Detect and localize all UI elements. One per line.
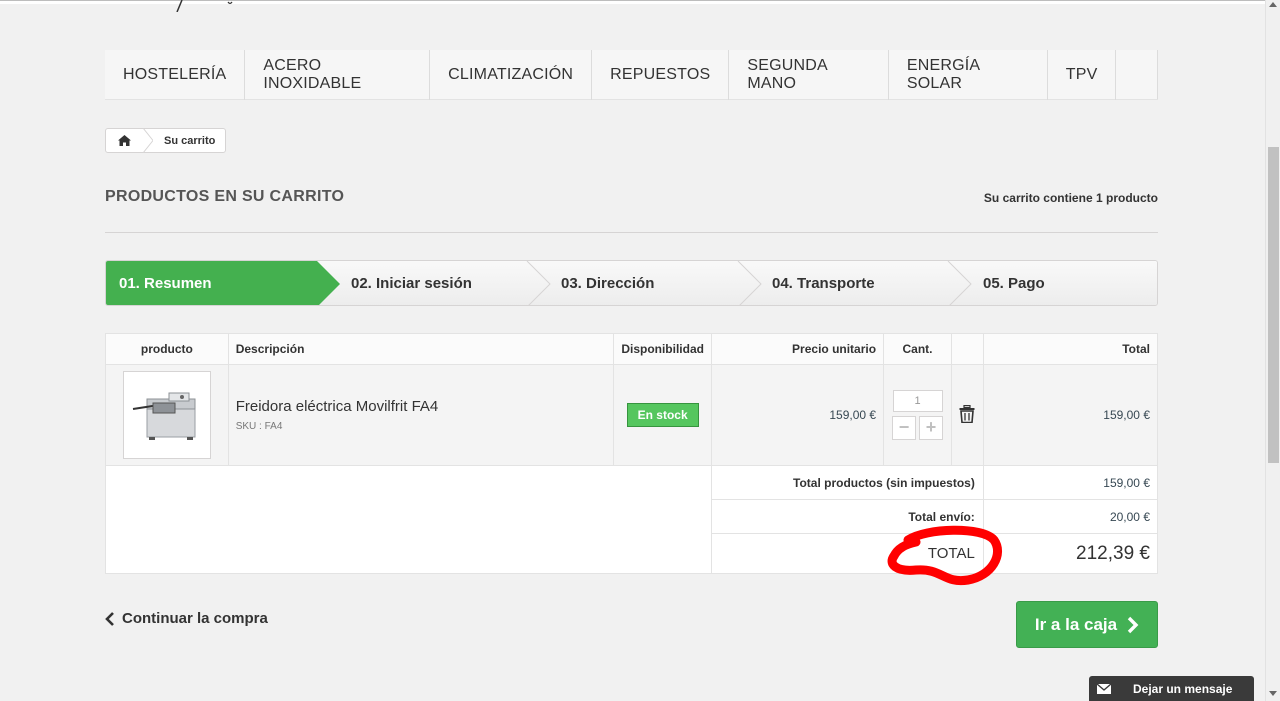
- step-resumen: 01. Resumen: [119, 275, 212, 292]
- step-iniciar-sesion: 02. Iniciar sesión: [351, 275, 472, 292]
- row-total: 159,00 €: [982, 364, 1159, 466]
- main-navigation: HOSTELERÍA ACERO INOXIDABLE CLIMATIZACIÓ…: [105, 50, 1158, 100]
- nav-item-repuestos[interactable]: REPUESTOS: [592, 50, 730, 100]
- totals-blank: [105, 465, 712, 574]
- product-sku: SKU : FA4: [235, 421, 283, 432]
- nav-item-acero-inoxidable[interactable]: ACERO INOXIDABLE: [245, 50, 431, 100]
- grand-total-label: TOTAL: [710, 533, 984, 574]
- quantity-increase-button[interactable]: +: [919, 416, 943, 440]
- breadcrumb-current: Su carrito: [164, 134, 216, 147]
- delete-cell: [950, 364, 984, 466]
- checkout-button[interactable]: Ir a la caja: [1016, 601, 1158, 648]
- shipping-total-label: Total envío:: [710, 499, 984, 534]
- checkout-steps: 01. Resumen 02. Iniciar sesión 03. Direc…: [105, 260, 1158, 306]
- checkout-button-label: Ir a la caja: [1034, 614, 1118, 634]
- chat-widget-tab[interactable]: Dejar un mensaje: [1089, 676, 1254, 701]
- home-icon[interactable]: [106, 129, 144, 152]
- fryer-image: [132, 392, 196, 440]
- page-title: PRODUCTOS EN SU CARRITO: [105, 188, 345, 205]
- table-row: Freidora eléctrica Movilfrit FA4 SKU : F…: [105, 364, 1159, 466]
- breadcrumb-separator: [143, 128, 153, 153]
- continue-shopping-link[interactable]: Continuar la compra: [105, 610, 268, 627]
- heading-divider: [105, 232, 1158, 233]
- header-description: Descripción: [227, 333, 615, 365]
- availability-cell: En stock: [613, 364, 712, 466]
- quantity-cell: 1 − +: [883, 364, 952, 466]
- products-total-label: Total productos (sin impuestos): [710, 465, 984, 500]
- header-availability: Disponibilidad: [613, 333, 712, 365]
- cart-summary-count: 1: [1095, 191, 1103, 205]
- cart-summary-prefix: Su carrito contiene: [983, 191, 1093, 205]
- product-thumb-cell: [105, 364, 229, 466]
- continue-shopping-label: Continuar la compra: [122, 610, 268, 627]
- scroll-up-arrow-icon[interactable]: [1269, 2, 1277, 7]
- unit-price: 159,00 €: [710, 364, 885, 466]
- trash-icon[interactable]: [959, 404, 975, 423]
- stock-badge: En stock: [626, 403, 699, 427]
- product-description-cell: Freidora eléctrica Movilfrit FA4 SKU : F…: [227, 364, 615, 466]
- nav-item-climatizacion[interactable]: CLIMATIZACIÓN: [430, 50, 593, 100]
- step-transporte: 04. Transporte: [772, 275, 875, 292]
- cart-summary-suffix: producto: [1106, 191, 1158, 205]
- shipping-total-value: 20,00 €: [982, 499, 1159, 534]
- breadcrumb: Su carrito: [105, 128, 227, 153]
- chat-widget-label: Dejar un mensaje: [1133, 682, 1233, 696]
- chevron-left-icon: [105, 611, 114, 626]
- scrollbar-thumb[interactable]: [1268, 147, 1279, 463]
- chevron-right-icon: [1127, 616, 1139, 633]
- table-header-row: producto Descripción Disponibilidad Prec…: [105, 333, 1159, 365]
- nav-item-segunda-mano[interactable]: SEGUNDA MANO: [729, 50, 889, 100]
- step-pago: 05. Pago: [983, 275, 1045, 292]
- quantity-input[interactable]: 1: [892, 390, 943, 412]
- products-total-value: 159,00 €: [982, 465, 1159, 500]
- envelope-icon: [1097, 684, 1111, 694]
- logo-fragment: [176, 0, 233, 12]
- header-unit-price: Precio unitario: [710, 333, 885, 365]
- product-name[interactable]: Freidora eléctrica Movilfrit FA4: [236, 398, 614, 415]
- step-direccion: 03. Dirección: [561, 275, 655, 292]
- grand-total-value: 212,39 €: [982, 533, 1159, 574]
- nav-item-tpv[interactable]: TPV: [1048, 50, 1117, 100]
- nav-spacer: [1116, 50, 1158, 99]
- nav-item-hosteleria[interactable]: HOSTELERÍA: [105, 50, 246, 100]
- quantity-decrease-button[interactable]: −: [892, 416, 916, 440]
- nav-item-energia-solar[interactable]: ENERGÍA SOLAR: [889, 50, 1048, 100]
- header-delete: [950, 333, 984, 365]
- vertical-scrollbar[interactable]: [1265, 0, 1280, 701]
- header-qty: Cant.: [883, 333, 952, 365]
- product-image[interactable]: [122, 371, 211, 459]
- cart-table: producto Descripción Disponibilidad Prec…: [105, 333, 1159, 574]
- subtotal-row: Total productos (sin impuestos) 159,00 €: [105, 465, 1159, 574]
- scroll-down-arrow-icon[interactable]: [1269, 691, 1277, 696]
- header-total: Total: [982, 333, 1159, 365]
- cart-summary: Su carrito contiene 1 producto: [984, 191, 1158, 205]
- header-product: producto: [105, 333, 229, 365]
